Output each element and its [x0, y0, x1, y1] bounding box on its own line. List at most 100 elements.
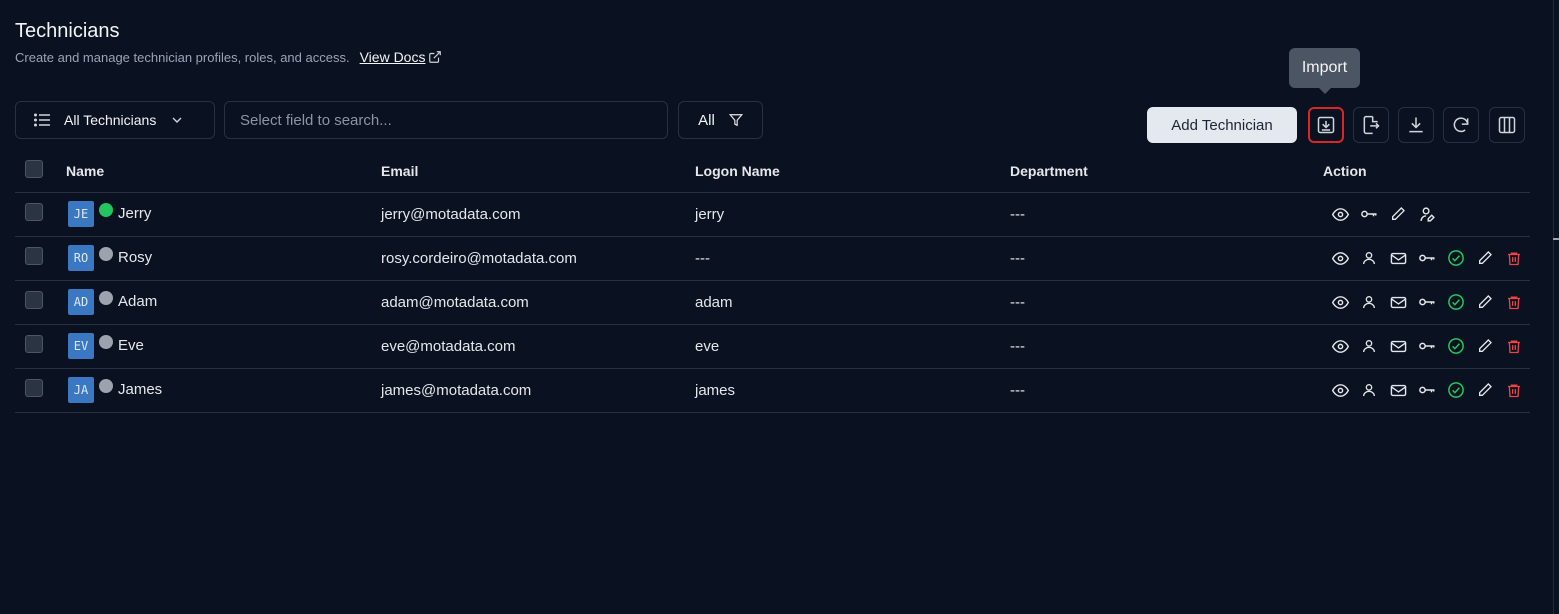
row-select-cell	[15, 236, 66, 281]
view-icon[interactable]	[1331, 337, 1349, 355]
row-checkbox[interactable]	[25, 379, 43, 397]
column-header-department[interactable]: Department	[1010, 150, 1323, 193]
name-cell: JE Jerry	[66, 192, 381, 237]
select-all-checkbox[interactable]	[25, 160, 43, 179]
reset-password-icon[interactable]	[1418, 337, 1436, 355]
delete-icon[interactable]	[1505, 337, 1523, 355]
edit-icon[interactable]	[1389, 205, 1407, 223]
table-row[interactable]: AD Adam adam@motadata.com adam ---	[15, 280, 1530, 325]
avatar: RO	[68, 245, 94, 271]
row-checkbox[interactable]	[25, 291, 43, 309]
department-cell: ---	[1010, 192, 1323, 237]
reset-password-icon[interactable]	[1360, 205, 1378, 223]
logon-cell: james	[695, 368, 1010, 413]
chevron-down-icon	[172, 117, 182, 123]
edit-icon[interactable]	[1476, 337, 1494, 355]
download-button[interactable]	[1398, 107, 1434, 143]
row-select-cell	[15, 280, 66, 325]
edit-icon[interactable]	[1476, 381, 1494, 399]
table-header-row: Name Email Logon Name Department Action	[15, 150, 1530, 193]
view-icon[interactable]	[1331, 249, 1349, 267]
user-icon[interactable]	[1360, 293, 1378, 311]
user-icon[interactable]	[1360, 381, 1378, 399]
column-header-logon[interactable]: Logon Name	[695, 150, 1010, 193]
user-icon[interactable]	[1360, 249, 1378, 267]
delete-icon[interactable]	[1505, 249, 1523, 267]
columns-icon	[1498, 116, 1516, 134]
user-icon[interactable]	[1360, 337, 1378, 355]
import-button[interactable]	[1308, 107, 1344, 143]
department-cell: ---	[1010, 368, 1323, 413]
technician-name[interactable]: Jerry	[118, 205, 151, 222]
action-cell	[1323, 368, 1530, 413]
all-filter-label: All	[698, 111, 715, 129]
mail-icon[interactable]	[1389, 381, 1407, 399]
activate-icon[interactable]	[1447, 249, 1465, 267]
view-icon[interactable]	[1331, 205, 1349, 223]
activate-icon[interactable]	[1447, 337, 1465, 355]
row-checkbox[interactable]	[25, 247, 43, 265]
column-header-email[interactable]: Email	[381, 150, 695, 193]
view-icon[interactable]	[1331, 293, 1349, 311]
technicians-table: Name Email Logon Name Department Action …	[15, 150, 1530, 413]
row-checkbox[interactable]	[25, 203, 43, 221]
mail-icon[interactable]	[1389, 249, 1407, 267]
mail-icon[interactable]	[1389, 293, 1407, 311]
page-title: Technicians	[15, 20, 120, 42]
all-filter-button[interactable]: All	[678, 101, 763, 139]
activate-icon[interactable]	[1447, 381, 1465, 399]
delete-icon[interactable]	[1505, 293, 1523, 311]
technician-name[interactable]: Eve	[118, 337, 144, 354]
search-input[interactable]	[224, 101, 668, 139]
avatar: AD	[68, 289, 94, 315]
mail-icon[interactable]	[1389, 337, 1407, 355]
email-cell: rosy.cordeiro@motadata.com	[381, 236, 695, 281]
table-row[interactable]: JA James james@motadata.com james ---	[15, 368, 1530, 413]
technician-name[interactable]: Rosy	[118, 249, 152, 266]
name-cell: AD Adam	[66, 280, 381, 325]
status-dot	[99, 291, 113, 305]
reset-password-icon[interactable]	[1418, 293, 1436, 311]
table-row[interactable]: EV Eve eve@motadata.com eve ---	[15, 324, 1530, 369]
technician-name[interactable]: James	[118, 381, 162, 398]
add-technician-button[interactable]: Add Technician	[1147, 107, 1297, 143]
delete-icon[interactable]	[1505, 381, 1523, 399]
refresh-button[interactable]	[1443, 107, 1479, 143]
action-cell	[1323, 236, 1530, 281]
reset-password-icon[interactable]	[1418, 381, 1436, 399]
technician-filter-dropdown[interactable]: All Technicians	[15, 101, 215, 139]
edit-icon[interactable]	[1476, 293, 1494, 311]
view-icon[interactable]	[1331, 381, 1349, 399]
row-select-cell	[15, 368, 66, 413]
import-tooltip: Import	[1289, 48, 1360, 94]
activate-icon[interactable]	[1447, 293, 1465, 311]
name-cell: RO Rosy	[66, 236, 381, 281]
export-button[interactable]	[1353, 107, 1389, 143]
columns-button[interactable]	[1489, 107, 1525, 143]
refresh-icon	[1453, 117, 1469, 133]
view-docs-link[interactable]: View Docs	[360, 49, 443, 65]
table-row[interactable]: RO Rosy rosy.cordeiro@motadata.com --- ---	[15, 236, 1530, 281]
status-dot	[99, 247, 113, 261]
scrollbar-track[interactable]	[1553, 0, 1559, 614]
subtitle-text: Create and manage technician profiles, r…	[15, 49, 350, 65]
column-header-name[interactable]: Name	[66, 150, 381, 193]
user-edit-icon[interactable]	[1418, 205, 1436, 223]
list-icon	[34, 113, 50, 127]
logon-cell: ---	[695, 236, 1010, 281]
avatar: EV	[68, 333, 94, 359]
reset-password-icon[interactable]	[1418, 249, 1436, 267]
department-cell: ---	[1010, 324, 1323, 369]
row-checkbox[interactable]	[25, 335, 43, 353]
table-row[interactable]: JE Jerry jerry@motadata.com jerry ---	[15, 192, 1530, 237]
department-cell: ---	[1010, 280, 1323, 325]
logon-cell: eve	[695, 324, 1010, 369]
status-dot	[99, 335, 113, 349]
email-cell: jerry@motadata.com	[381, 192, 695, 237]
technician-name[interactable]: Adam	[118, 293, 157, 310]
row-select-cell	[15, 324, 66, 369]
edit-icon[interactable]	[1476, 249, 1494, 267]
filter-icon	[728, 114, 743, 127]
toolbar: All Technicians All Add Technician	[15, 101, 1530, 143]
view-docs-label: View Docs	[359, 49, 426, 65]
